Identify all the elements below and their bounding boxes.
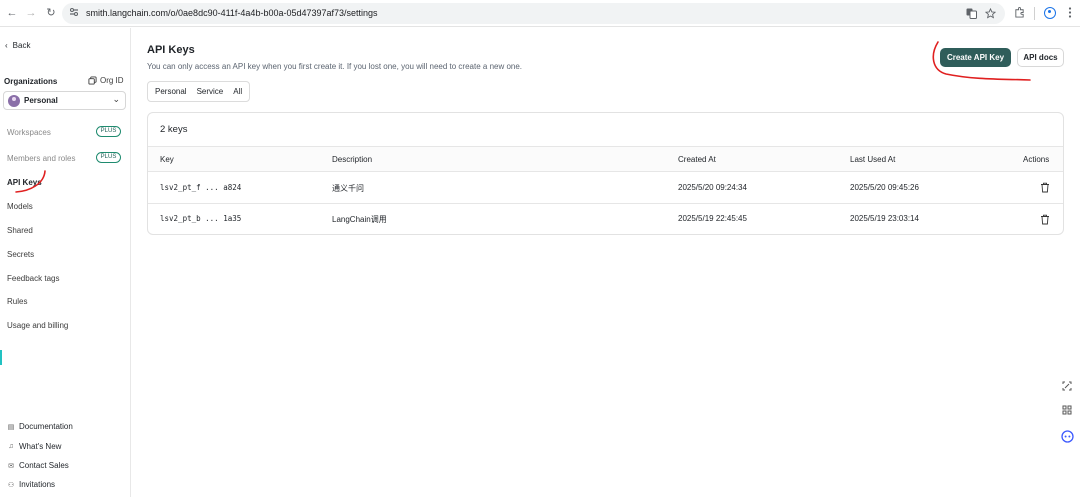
- footer-link-label: Documentation: [19, 422, 73, 431]
- sidebar-item-models[interactable]: Models: [7, 202, 33, 211]
- create-api-key-button[interactable]: Create API Key: [940, 48, 1011, 67]
- created-at-cell: 2025/5/20 09:24:34: [678, 183, 747, 192]
- back-link[interactable]: ‹ Back: [5, 41, 30, 50]
- key-cell: lsv2_pt_b ... 1a35: [160, 214, 242, 223]
- footer-link-contact-sales[interactable]: ✉ Contact Sales: [7, 461, 69, 470]
- api-keys-table: 2 keys Key Description Created At Last U…: [147, 112, 1064, 235]
- org-name: Personal: [24, 96, 58, 105]
- sidebar-item-feedback-tags[interactable]: Feedback tags: [7, 274, 59, 283]
- org-id-label: Org ID: [100, 76, 124, 85]
- sidebar-item-rules[interactable]: Rules: [7, 297, 27, 306]
- organizations-label: Organizations: [4, 77, 58, 86]
- filter-service[interactable]: Service: [192, 83, 229, 100]
- plus-badge: PLUS: [96, 126, 121, 137]
- reload-icon[interactable]: ↻: [44, 6, 58, 20]
- description-cell: 通义千问: [332, 184, 364, 193]
- sidebar-item-members-and-roles[interactable]: Members and roles: [7, 154, 75, 163]
- toolbar-divider: [1034, 7, 1035, 20]
- copy-icon: [88, 76, 97, 85]
- translate-icon[interactable]: [965, 8, 977, 20]
- column-header-key: Key: [160, 155, 174, 164]
- keys-count: 2 keys: [160, 124, 188, 135]
- column-header-description: Description: [332, 155, 373, 164]
- forward-arrow-icon[interactable]: →: [24, 6, 38, 20]
- footer-link-whats-new[interactable]: ♫ What's New: [7, 442, 61, 451]
- description-cell: LangChain调用: [332, 215, 387, 224]
- page-title: API Keys: [147, 44, 195, 56]
- api-docs-button[interactable]: API docs: [1017, 48, 1064, 67]
- created-at-cell: 2025/5/19 22:45:45: [678, 214, 747, 223]
- sidebar-item-usage-and-billing[interactable]: Usage and billing: [7, 321, 68, 330]
- footer-link-documentation[interactable]: ▤ Documentation: [7, 422, 73, 431]
- site-settings-icon[interactable]: [68, 7, 80, 19]
- browser-toolbar: ← → ↻ smith.langchain.com/o/0ae8dc90-411…: [0, 0, 1080, 27]
- sidebar-item-shared[interactable]: Shared: [7, 226, 33, 235]
- red-annotation-marks: [15, 41, 1031, 193]
- filter-personal[interactable]: Personal: [150, 83, 192, 100]
- column-header-actions: Actions: [1023, 155, 1050, 164]
- key-type-filter: Personal Service All: [147, 81, 251, 102]
- apps-grid-icon[interactable]: [1060, 405, 1074, 419]
- back-arrow-icon[interactable]: ←: [5, 6, 19, 20]
- mail-icon: ✉: [8, 462, 14, 470]
- user-icon: ⚇: [7, 481, 15, 489]
- back-label: Back: [12, 41, 31, 50]
- chevron-left-icon: ‹: [5, 41, 8, 50]
- organization-select[interactable]: Personal ⌄: [3, 91, 126, 110]
- org-id-button[interactable]: Org ID: [88, 76, 124, 85]
- url-text[interactable]: smith.langchain.com/o/0ae8dc90-411f-4a4b…: [86, 8, 378, 18]
- settings-sidebar: ‹ Back Organizations Org ID Personal ⌄ W…: [0, 28, 131, 497]
- last-used-at-cell: 2025/5/20 09:45:26: [850, 183, 919, 192]
- trash-icon[interactable]: [1040, 182, 1050, 193]
- document-icon: ▤: [7, 423, 15, 431]
- profile-avatar-icon[interactable]: [1044, 7, 1056, 19]
- trash-icon[interactable]: [1040, 214, 1050, 225]
- table-row: lsv2_pt_b ... 1a35 LangChain调用 2025/5/19…: [148, 204, 1063, 235]
- column-header-created-at: Created At: [678, 155, 716, 164]
- plus-badge: PLUS: [96, 152, 121, 163]
- sidebar-item-api-keys[interactable]: API Keys: [7, 178, 42, 187]
- assistant-bot-icon[interactable]: [1060, 430, 1074, 444]
- page-subtitle: You can only access an API key when you …: [147, 62, 523, 71]
- table-row: lsv2_pt_f ... a824 通义千问 2025/5/20 09:24:…: [148, 173, 1063, 204]
- chevron-down-icon: ⌄: [112, 94, 120, 104]
- org-avatar: [8, 95, 20, 107]
- bookmark-star-icon[interactable]: [984, 7, 996, 20]
- footer-link-label: What's New: [19, 442, 62, 451]
- screenshot-tool-icon[interactable]: [1060, 381, 1074, 395]
- filter-all[interactable]: All: [228, 83, 247, 100]
- address-bar[interactable]: smith.langchain.com/o/0ae8dc90-411f-4a4b…: [62, 3, 1005, 24]
- browser-menu-icon[interactable]: [1063, 7, 1076, 20]
- sidebar-item-secrets[interactable]: Secrets: [7, 250, 34, 259]
- last-used-at-cell: 2025/5/19 23:03:14: [850, 214, 919, 223]
- column-header-last-used-at: Last Used At: [850, 155, 896, 164]
- sidebar-item-workspaces[interactable]: Workspaces: [7, 128, 51, 137]
- footer-link-label: Invitations: [19, 480, 56, 489]
- side-accent-bar: [0, 350, 2, 365]
- key-cell: lsv2_pt_f ... a824: [160, 183, 242, 192]
- bell-icon: ♫: [8, 443, 14, 450]
- extensions-puzzle-icon[interactable]: [1013, 7, 1026, 20]
- footer-link-label: Contact Sales: [19, 461, 69, 470]
- footer-link-invitations[interactable]: ⚇ Invitations: [7, 480, 55, 489]
- table-header: Key Description Created At Last Used At …: [148, 146, 1063, 172]
